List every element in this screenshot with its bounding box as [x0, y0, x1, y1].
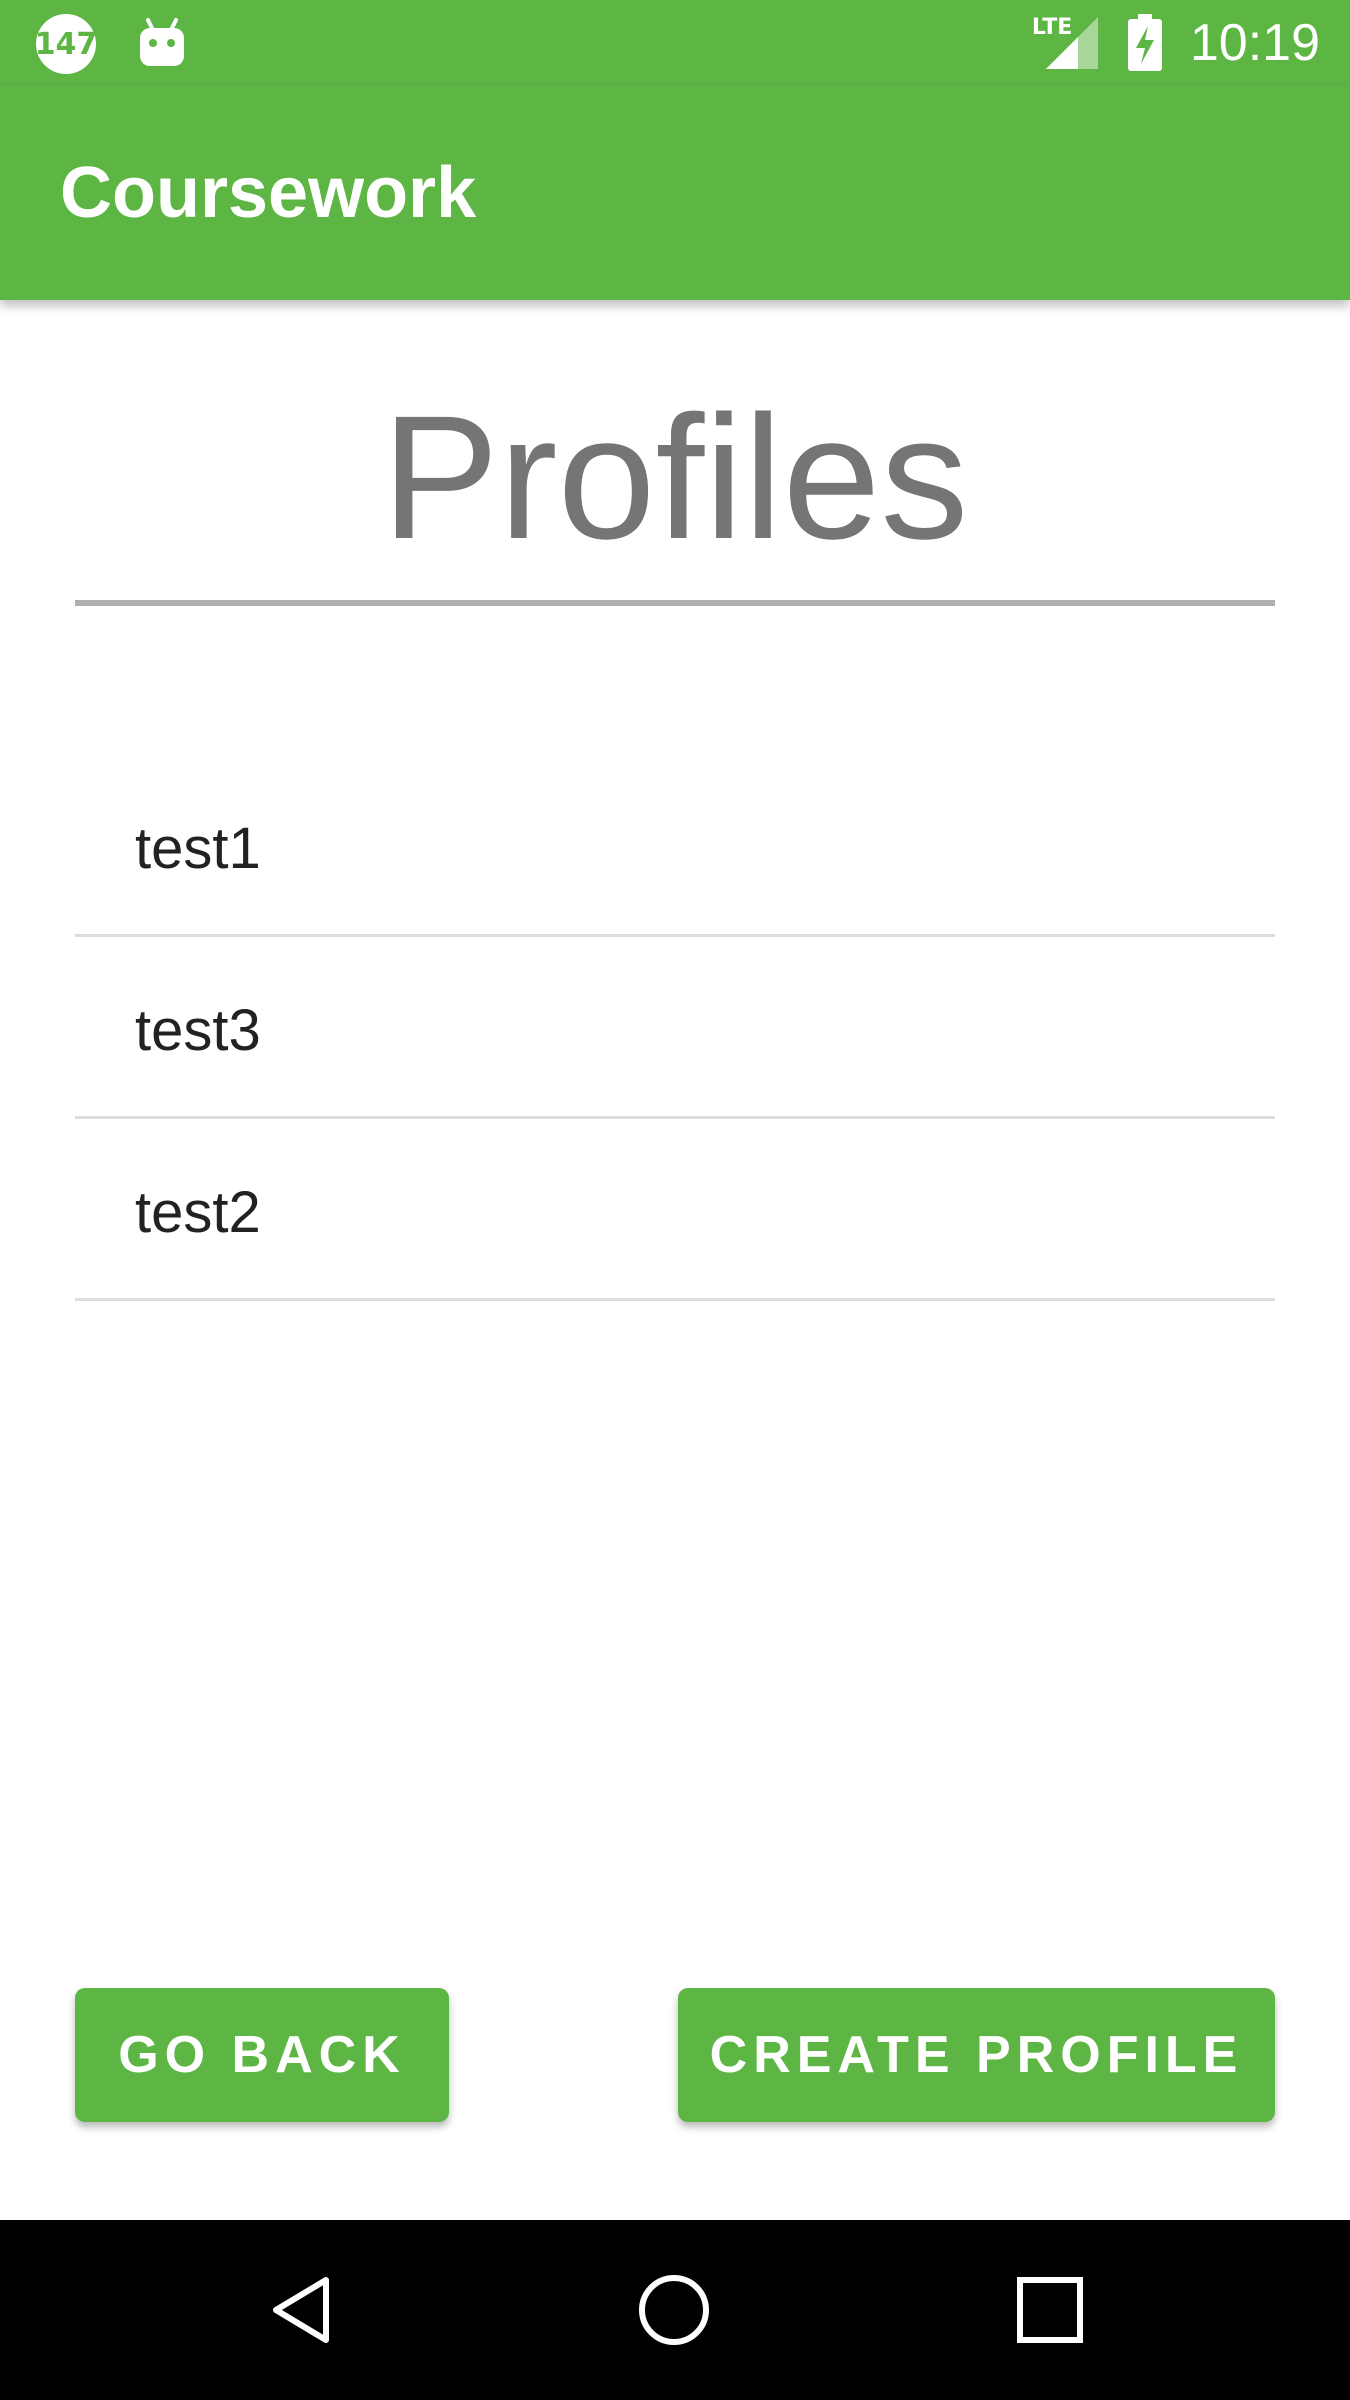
list-item[interactable]: test2 — [75, 1119, 1275, 1301]
recents-nav-icon[interactable] — [1010, 2270, 1090, 2350]
notification-badge-icon: 147 — [34, 14, 98, 74]
profile-list: test1 test3 test2 — [75, 755, 1275, 1301]
battery-charging-icon — [1127, 14, 1162, 71]
create-profile-button[interactable]: CREATE PROFILE — [678, 1988, 1275, 2122]
list-item[interactable]: test1 — [75, 755, 1275, 937]
notification-badge-count: 147 — [34, 26, 98, 62]
status-left: 147 — [34, 14, 190, 74]
home-nav-icon[interactable] — [634, 2270, 714, 2350]
page-title: Profiles — [381, 380, 969, 576]
list-item[interactable]: test3 — [75, 937, 1275, 1119]
status-right: LTE 10:19 — [1032, 12, 1320, 74]
android-icon — [140, 18, 184, 66]
navigation-bar — [0, 2220, 1350, 2400]
list-item-label: test2 — [135, 1180, 261, 1245]
app-title: Coursework — [60, 153, 477, 233]
list-item-label: test3 — [135, 998, 261, 1063]
list-item-label: test1 — [135, 816, 261, 881]
heading-divider — [75, 600, 1275, 606]
lte-signal-icon: LTE — [1032, 15, 1100, 71]
go-back-button[interactable]: GO BACK — [75, 1988, 449, 2122]
app-bar: Coursework — [0, 86, 1350, 300]
back-nav-icon[interactable] — [262, 2270, 342, 2350]
status-clock: 10:19 — [1189, 14, 1320, 72]
status-bar: 147 LTE 10:19 — [0, 0, 1350, 86]
